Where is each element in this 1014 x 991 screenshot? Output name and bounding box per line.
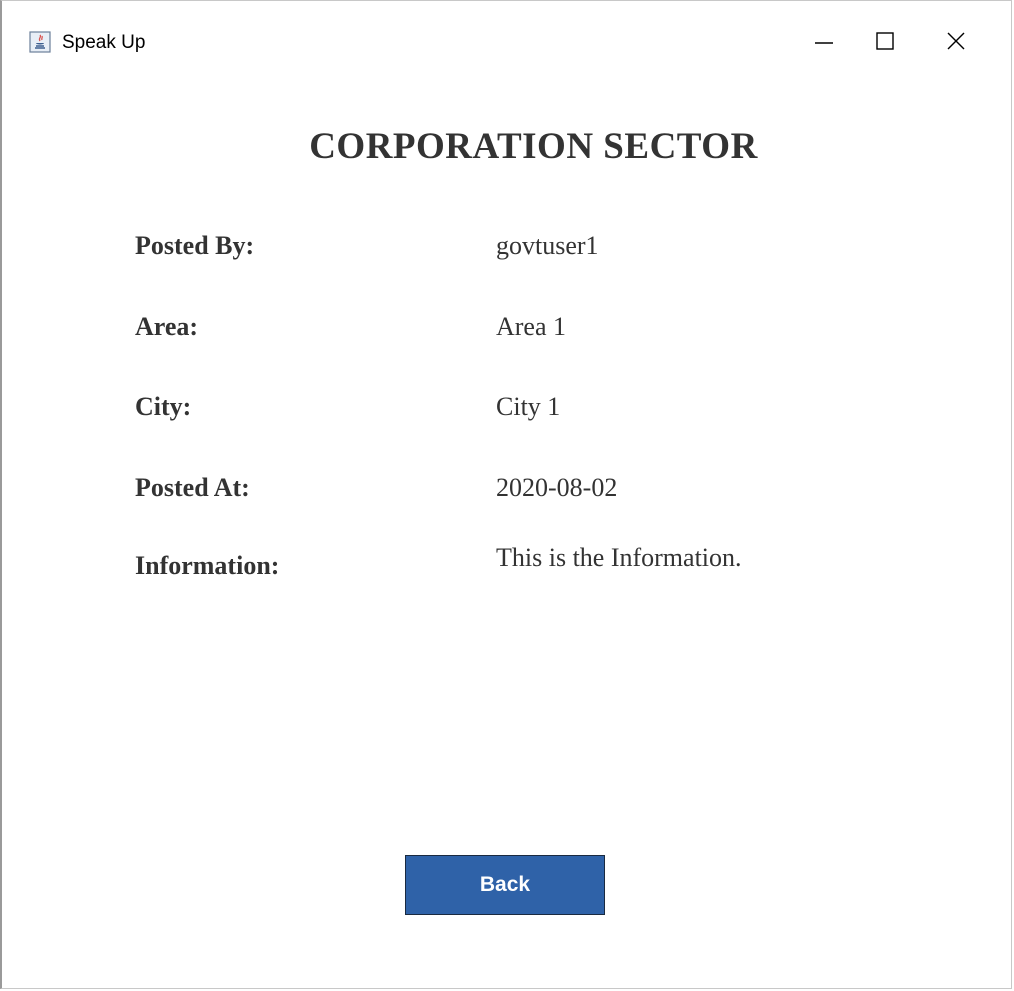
- close-button[interactable]: [933, 23, 979, 63]
- minimize-button[interactable]: [801, 23, 847, 63]
- information-value: This is the Information.: [496, 543, 742, 572]
- app-window: Speak Up CORPORATION SECTOR Posted By: g…: [0, 0, 1012, 989]
- area-label: Area:: [135, 312, 199, 341]
- maximize-button[interactable]: [862, 23, 908, 63]
- posted-by-label: Posted By:: [135, 231, 255, 260]
- page-heading: CORPORATION SECTOR: [309, 126, 758, 167]
- maximize-icon: [875, 31, 895, 56]
- posted-at-label: Posted At:: [135, 473, 250, 502]
- title-bar[interactable]: Speak Up: [2, 1, 1011, 81]
- back-button[interactable]: Back: [405, 855, 605, 915]
- city-label: City:: [135, 392, 192, 421]
- information-label: Information:: [135, 551, 280, 580]
- close-icon: [946, 31, 966, 56]
- minimize-icon: [814, 31, 834, 56]
- window-title: Speak Up: [62, 32, 146, 53]
- java-app-icon: [29, 31, 51, 53]
- city-value: City 1: [496, 392, 561, 421]
- area-value: Area 1: [496, 312, 567, 341]
- posted-by-value: govtuser1: [496, 231, 599, 260]
- posted-at-value: 2020-08-02: [496, 473, 618, 502]
